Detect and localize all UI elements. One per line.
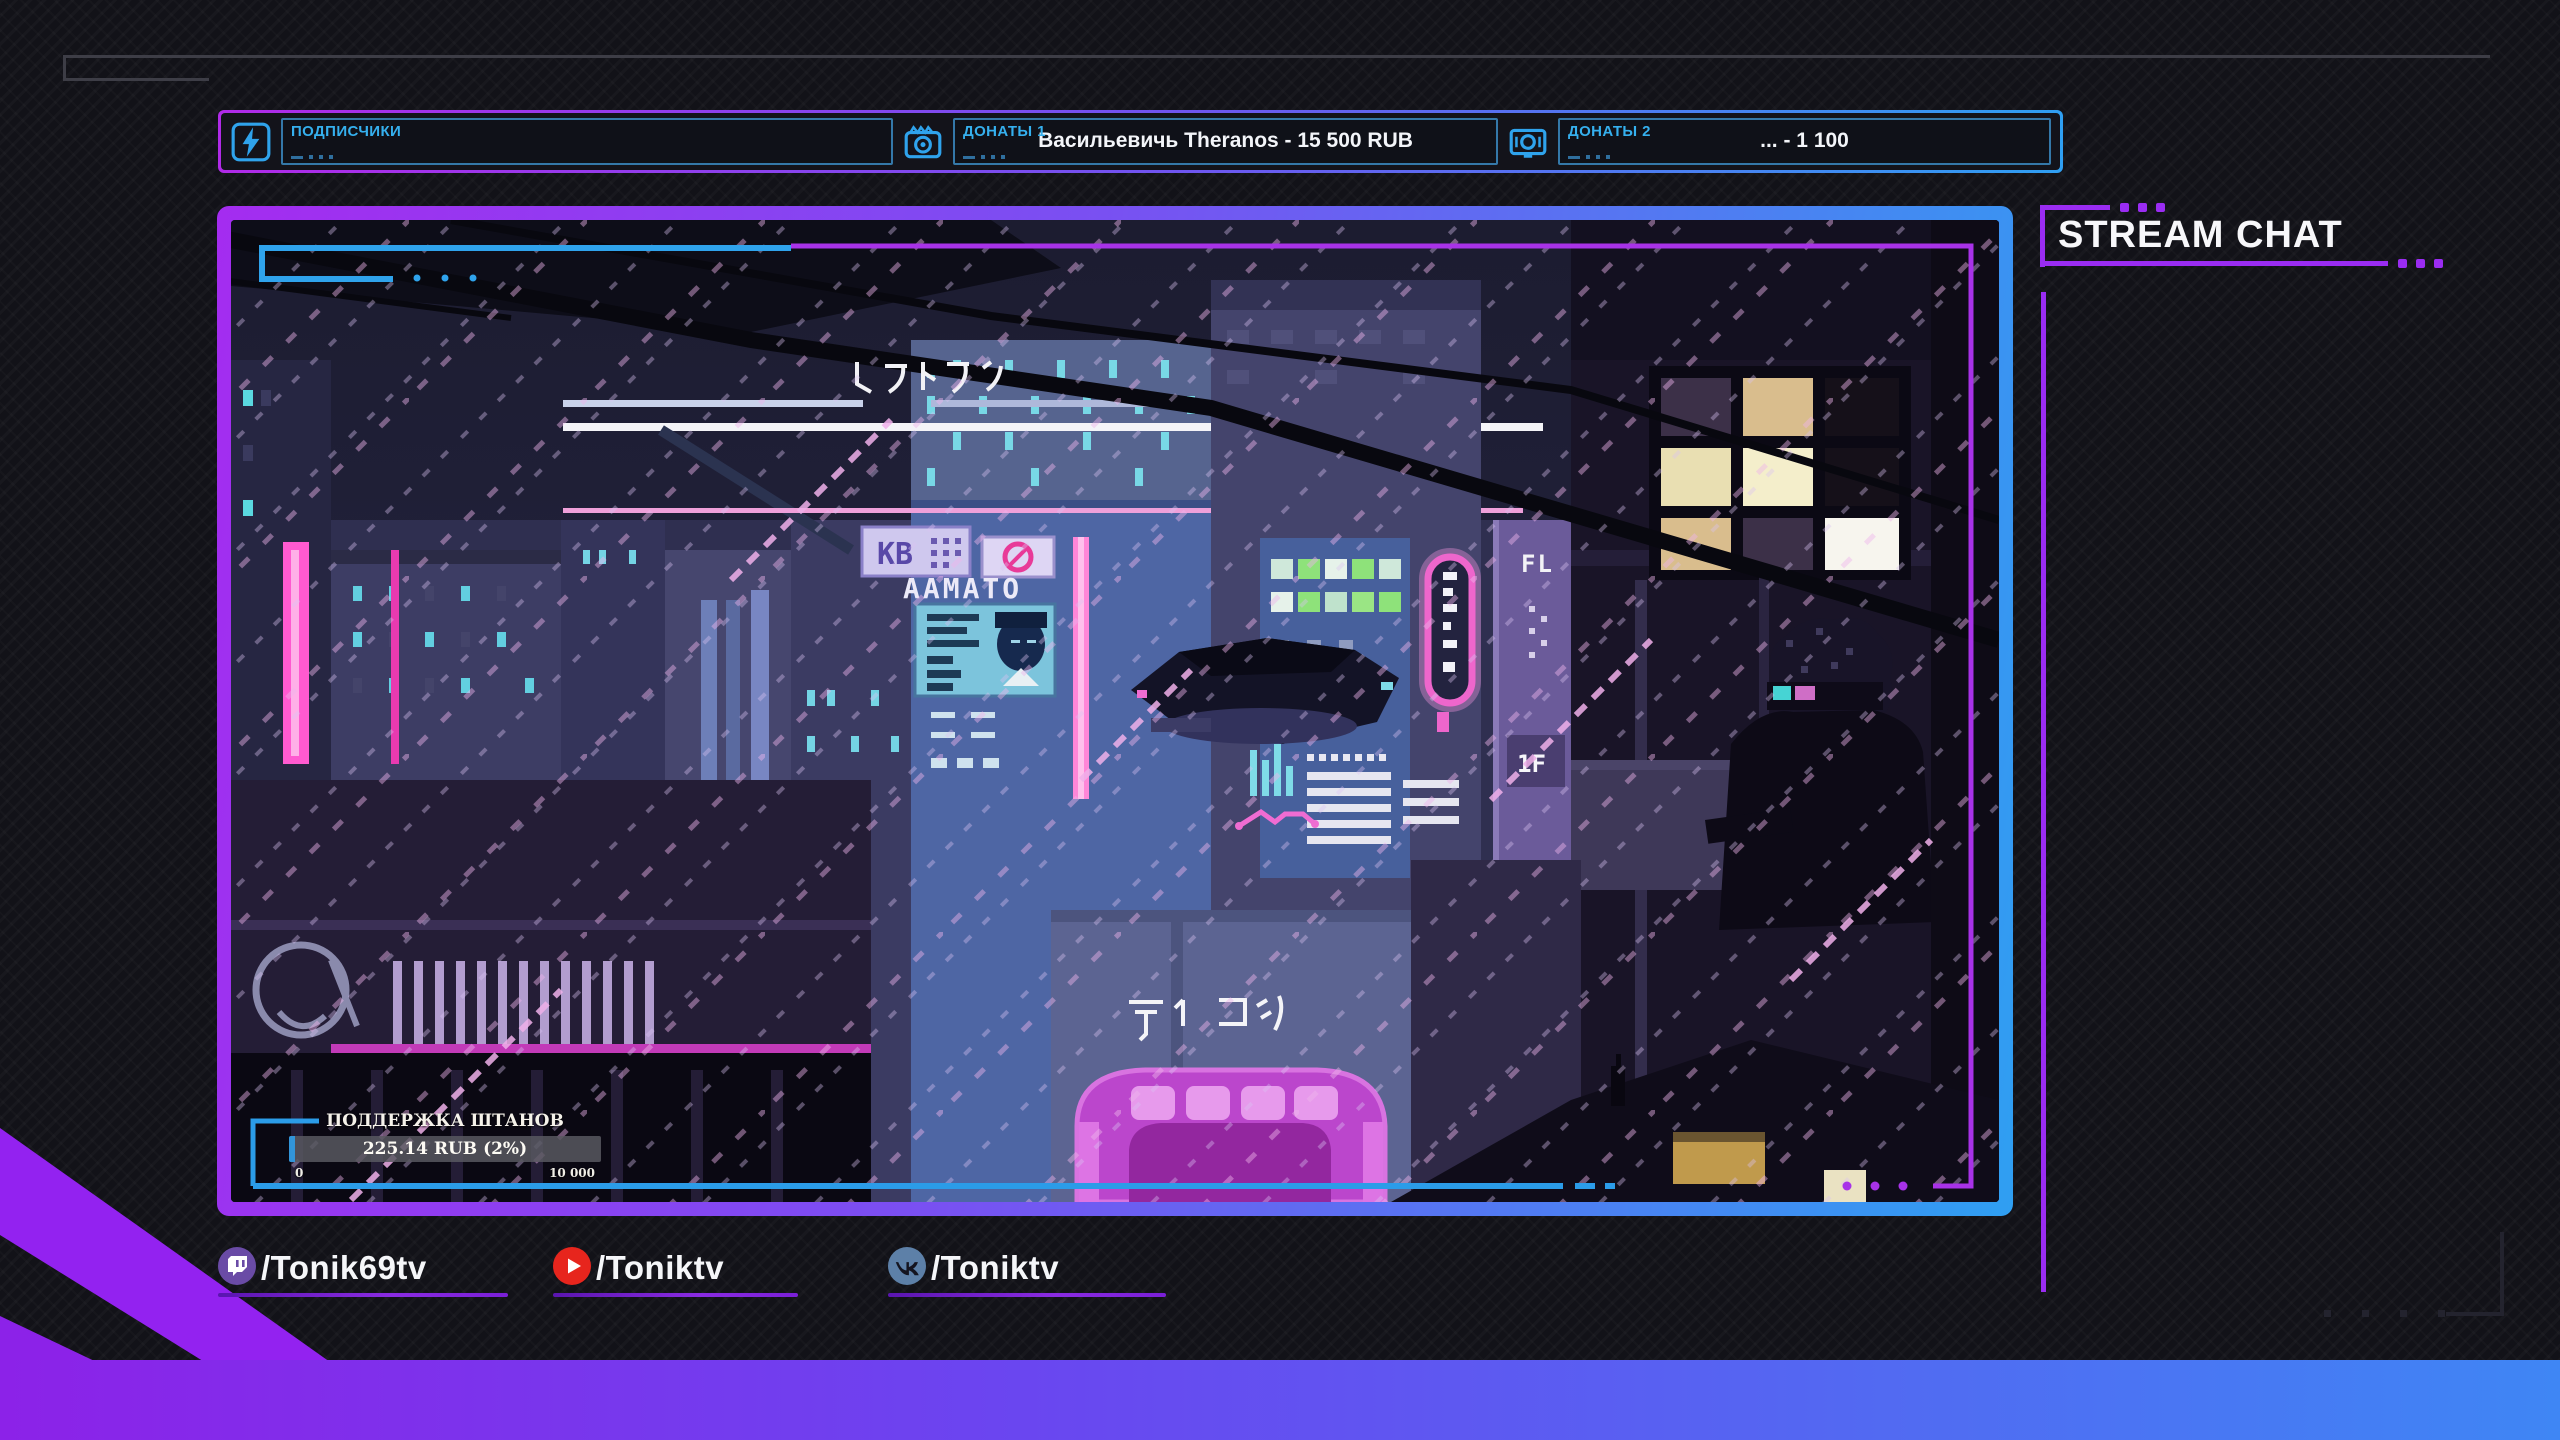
subscribers-bolt-icon xyxy=(230,118,272,165)
top-left-bracket-lip xyxy=(63,78,209,81)
subscribers-widget[interactable]: ПОДПИСЧИКИ xyxy=(281,118,893,165)
donation-goal-widget[interactable]: ПОДДЕРЖКА ШТАНОВ 225.14 RUB (2%) 0 10 00… xyxy=(271,1111,601,1180)
pixel-city-art: SIIZ KB xyxy=(231,220,1999,1202)
stream-preview-frame: SIIZ KB xyxy=(217,206,2013,1216)
social-twitch[interactable]: /Tonik69tv xyxy=(218,1246,508,1300)
chat-dot xyxy=(2434,259,2443,268)
bottom-right-dot xyxy=(2324,1310,2331,1317)
vk-handle: /Toniktv xyxy=(931,1249,1060,1286)
goal-value: 225.14 RUB (2%) xyxy=(362,1139,528,1159)
game-scene: SIIZ KB xyxy=(231,220,1999,1202)
stream-chat-title: STREAM CHAT xyxy=(2058,214,2343,256)
youtube-handle: /Toniktv xyxy=(596,1249,725,1286)
goal-progress-bar: 225.14 RUB (2%) xyxy=(289,1136,601,1162)
donations2-label: ДОНАТЫ 2 xyxy=(1568,123,1651,140)
bottom-right-dot xyxy=(2362,1310,2369,1317)
chat-dot xyxy=(2138,203,2147,212)
widget-dots xyxy=(963,155,1005,159)
chat-dot xyxy=(2416,259,2425,268)
chat-dot xyxy=(2398,259,2407,268)
goal-progress-fill xyxy=(289,1136,296,1162)
goal-min: 0 xyxy=(295,1166,304,1180)
chat-dot xyxy=(2120,203,2129,212)
goal-title: ПОДДЕРЖКА ШТАНОВ xyxy=(326,1111,564,1131)
widget-dots xyxy=(1568,155,1610,159)
vk-icon xyxy=(888,1246,926,1290)
bottom-right-dot xyxy=(2438,1310,2445,1317)
twitch-handle: /Tonik69tv xyxy=(261,1249,427,1286)
social-underline xyxy=(888,1293,1166,1297)
top-left-bracket-vert xyxy=(63,55,66,81)
bottom-right-bracket-vert xyxy=(2500,1232,2504,1316)
social-vk[interactable]: /Toniktv xyxy=(888,1246,1166,1300)
donations2-money-icon xyxy=(1507,118,1549,165)
chat-underline xyxy=(2040,261,2388,266)
donations1-camera-icon xyxy=(902,118,944,165)
chat-bracket-left xyxy=(2040,205,2045,267)
bottom-gradient-band xyxy=(0,1360,2560,1440)
donations2-widget[interactable]: ДОНАТЫ 2 ... - 1 100 xyxy=(1558,118,2051,165)
goal-max: 10 000 xyxy=(549,1166,595,1180)
bottom-right-bracket-horiz xyxy=(2446,1312,2504,1316)
top-widget-bar: ПОДПИСЧИКИ ДОНАТЫ 1 Васильевичь Theranos… xyxy=(218,110,2063,173)
twitch-icon xyxy=(218,1246,256,1290)
chat-bracket-top xyxy=(2040,205,2110,210)
widget-dots xyxy=(291,155,333,159)
donations1-label: ДОНАТЫ 1 xyxy=(963,123,1046,140)
bottom-right-dot xyxy=(2400,1310,2407,1317)
social-youtube[interactable]: /Toniktv xyxy=(553,1246,798,1300)
subscribers-label: ПОДПИСЧИКИ xyxy=(291,123,402,140)
chat-column-line xyxy=(2041,292,2046,1292)
chat-dot xyxy=(2156,203,2165,212)
top-left-bracket-line xyxy=(63,55,2490,58)
social-underline xyxy=(553,1293,798,1297)
social-underline xyxy=(218,1293,508,1297)
donations1-widget[interactable]: ДОНАТЫ 1 Васильевичь Theranos - 15 500 R… xyxy=(953,118,1498,165)
youtube-icon xyxy=(553,1246,591,1290)
